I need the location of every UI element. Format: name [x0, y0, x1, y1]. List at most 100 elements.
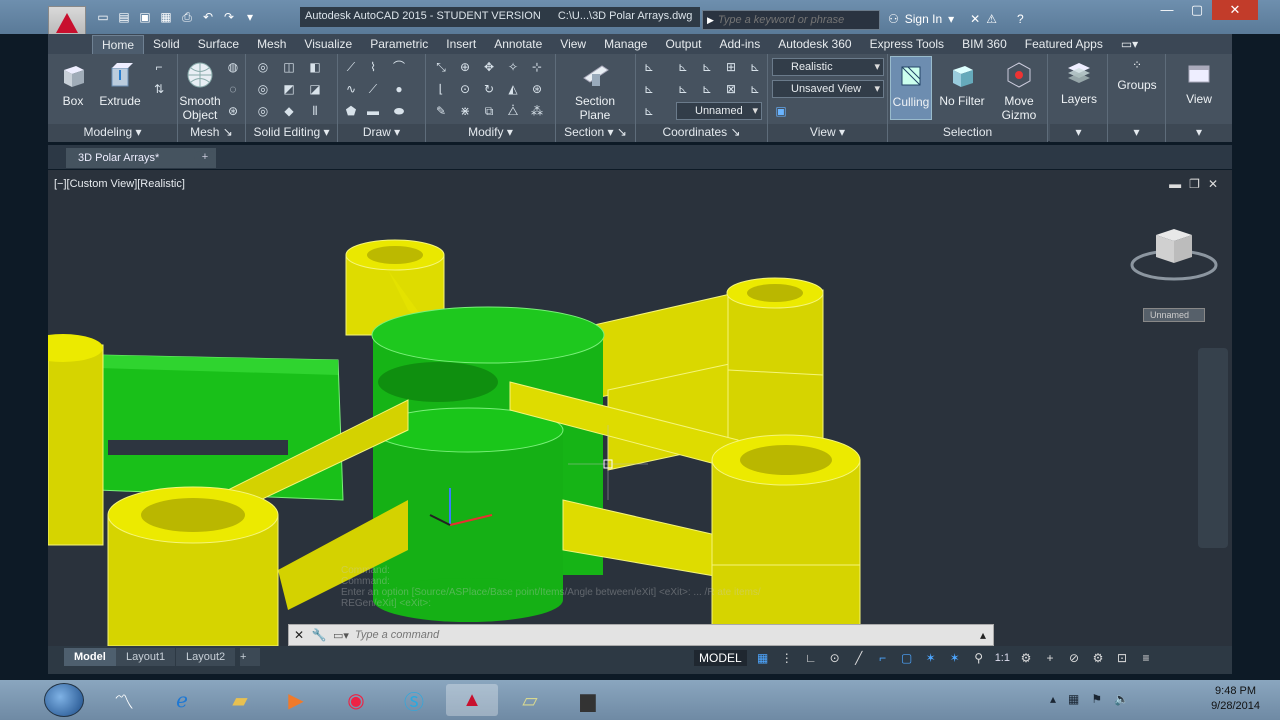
autocad-taskbar-icon[interactable]: ▲ [446, 684, 498, 716]
media-player-icon[interactable]: ▶ [270, 684, 322, 716]
restore-viewport-icon[interactable]: ❐ [1189, 177, 1200, 191]
tab-manage[interactable]: Manage [595, 35, 656, 54]
viewport-label[interactable]: [−][Custom View][Realistic] [54, 178, 185, 190]
tab-autodesk-360[interactable]: Autodesk 360 [769, 35, 860, 54]
polysolid-icon[interactable]: ⌐ [152, 60, 166, 74]
internet-explorer-icon[interactable]: ℯ [156, 684, 208, 716]
tab-visualize[interactable]: Visualize [295, 35, 361, 54]
no-filter-button[interactable]: No Filter [938, 60, 986, 108]
save-icon[interactable]: ▣ [138, 10, 152, 24]
ucs-x-icon[interactable]: ⊾ [748, 60, 762, 74]
model-space-toggle[interactable]: MODEL [694, 650, 747, 666]
skype-icon[interactable]: Ⓢ [388, 684, 440, 716]
layout-tab-layout1[interactable]: Layout1 [116, 648, 176, 666]
tab-view[interactable]: View [551, 35, 595, 54]
union-icon[interactable]: ◎ [256, 60, 270, 74]
chevron-up-icon[interactable]: ▴ [973, 628, 993, 642]
view-button[interactable]: View [1176, 58, 1222, 106]
viewcube-ucs-menu[interactable]: Unnamed [1143, 308, 1205, 322]
undo-icon[interactable]: ↶ [201, 10, 215, 24]
3d-array-icon[interactable]: ⊕ [458, 60, 472, 74]
auto-scale-icon[interactable]: ✶ [947, 650, 963, 666]
print-icon[interactable]: ⎙ [180, 10, 194, 24]
tab-surface[interactable]: Surface [189, 35, 248, 54]
layout-tab-model[interactable]: Model [64, 648, 116, 666]
ucs-named-icon[interactable]: ⊾ [642, 104, 656, 118]
scale-icon[interactable]: ⤡ [434, 60, 448, 74]
move-icon[interactable]: ✥ [482, 60, 496, 74]
command-input[interactable] [354, 629, 915, 641]
new-tab-button[interactable]: + [194, 151, 216, 165]
minimize-viewport-icon[interactable]: ▬ [1169, 177, 1181, 191]
culling-button[interactable]: Culling [890, 56, 932, 120]
navigation-bar[interactable] [1198, 348, 1228, 548]
ucs-select[interactable]: Unnamed [676, 102, 762, 120]
layout-tab-layout2[interactable]: Layout2 [176, 648, 236, 666]
add-layout-button[interactable]: + [240, 648, 260, 666]
tab-featured-apps[interactable]: Featured Apps [1016, 35, 1112, 54]
layers-button[interactable]: Layers [1056, 58, 1102, 106]
new-icon[interactable]: ▭ [96, 10, 110, 24]
viewport-config-icon[interactable]: ▣ [774, 104, 788, 118]
tab-output[interactable]: Output [656, 35, 710, 54]
close-icon[interactable]: ✕ [289, 628, 309, 642]
view-expand[interactable]: ▾ [1166, 124, 1232, 142]
groups-expand[interactable]: ▾ [1108, 124, 1165, 142]
volume-icon[interactable]: 🔈 [1114, 692, 1129, 706]
ucs-zaxis-icon[interactable]: ⊠ [724, 82, 738, 96]
ucs-icon[interactable]: ⊾ [642, 60, 656, 74]
open-icon[interactable]: ▤ [117, 10, 131, 24]
ribbon-options-icon[interactable]: ▭▾ [1112, 35, 1147, 54]
3d-move-icon[interactable]: ✧ [506, 60, 520, 74]
start-button[interactable] [44, 683, 84, 717]
ucs-y-icon[interactable]: ⊾ [748, 82, 762, 96]
tab-express-tools[interactable]: Express Tools [861, 35, 953, 54]
align-icon[interactable]: ⧊ [506, 104, 520, 118]
3d-rotate-icon[interactable]: ⊛ [530, 82, 544, 96]
3d-align-icon[interactable]: ⁂ [530, 104, 544, 118]
mirror-icon[interactable]: ◭ [506, 82, 520, 96]
taskbar-app-pin-icon[interactable]: 〽 [98, 684, 150, 716]
polar-icon[interactable]: ⊙ [827, 650, 843, 666]
extrude-faces-icon[interactable]: ◧ [308, 60, 322, 74]
intersect-icon[interactable]: ◎ [256, 104, 270, 118]
save-as-icon[interactable]: ▦ [159, 10, 173, 24]
tab-home[interactable]: Home [92, 35, 145, 54]
groups-button[interactable]: ⁘ Groups [1114, 58, 1160, 92]
ortho-icon[interactable]: ∟ [803, 650, 819, 666]
notes-icon[interactable]: ▱ [504, 684, 556, 716]
chrome-icon[interactable]: ◉ [330, 684, 382, 716]
ellipse-icon[interactable]: ⬬ [392, 104, 406, 118]
offset-icon[interactable]: ⊙ [458, 82, 472, 96]
tab-mesh[interactable]: Mesh [248, 35, 295, 54]
grid-icon[interactable]: ▦ [755, 650, 771, 666]
mesh-smooth-less-icon[interactable]: ◌ [226, 82, 240, 96]
recorder-icon[interactable]: ▆ [562, 684, 614, 716]
object-snap-icon[interactable]: ⌐ [875, 650, 891, 666]
sign-in[interactable]: ⚇ Sign In ▾ ✕ ⚠ ? [888, 12, 1024, 26]
shell-icon[interactable]: ⦀ [308, 104, 322, 118]
ucs-view-icon[interactable]: ⊾ [642, 82, 656, 96]
trim-icon[interactable]: ⋇ [458, 104, 472, 118]
minimize-button[interactable]: — [1152, 0, 1182, 20]
annotation-scale[interactable]: 1:1 [995, 652, 1010, 664]
ucs-object-icon[interactable]: ⊾ [676, 82, 690, 96]
clean-screen-icon[interactable]: ⊡ [1114, 650, 1130, 666]
close-viewport-icon[interactable]: ✕ [1208, 177, 1218, 191]
polyline-icon[interactable]: ⌇ [366, 60, 380, 74]
panel-title-modeling[interactable]: Modeling ▾ [48, 124, 177, 142]
isometric-icon[interactable]: ╱ [851, 650, 867, 666]
pencil-icon[interactable]: ✎ [434, 104, 448, 118]
fillet-icon[interactable]: ⌊ [434, 82, 448, 96]
exchange-icon[interactable]: ✕ [970, 12, 980, 26]
box-button[interactable]: Box [56, 60, 90, 108]
ucs-3point-icon[interactable]: ⊞ [724, 60, 738, 74]
arc-icon[interactable]: ⌒ [392, 60, 406, 74]
3d-osnap-icon[interactable]: ▢ [899, 650, 915, 666]
tab-annotate[interactable]: Annotate [485, 35, 551, 54]
file-explorer-icon[interactable]: ▰ [214, 684, 266, 716]
extract-edges-icon[interactable]: ◫ [282, 60, 296, 74]
workspace-gear-icon[interactable]: ⚙ [1018, 650, 1034, 666]
customization-menu-icon[interactable]: ≡ [1138, 650, 1154, 666]
maximize-button[interactable]: ▢ [1182, 0, 1212, 20]
